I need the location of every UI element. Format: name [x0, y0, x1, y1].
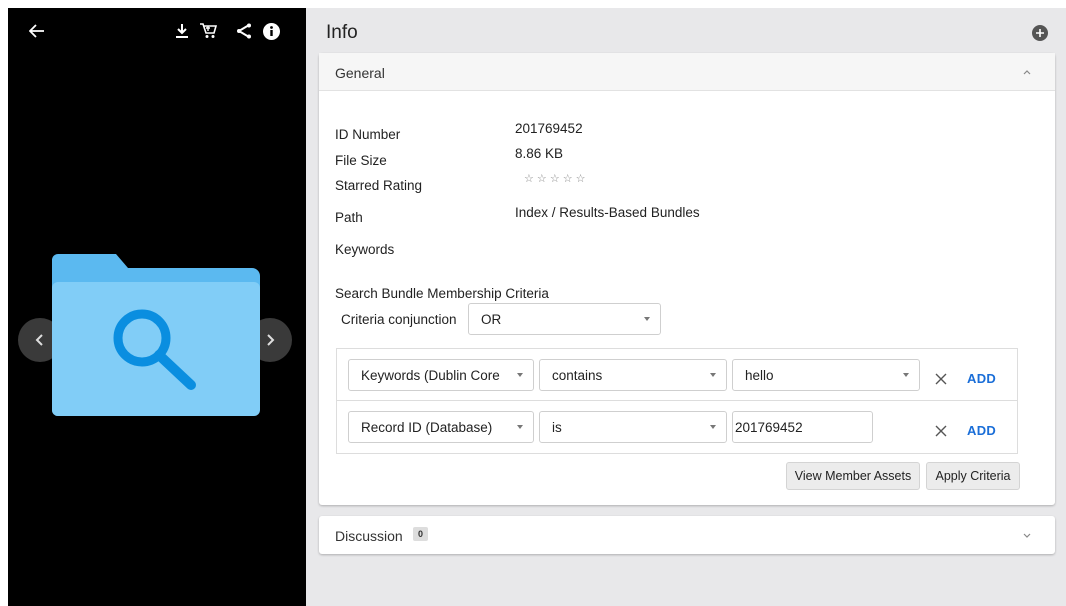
- asset-viewer: [8, 8, 306, 606]
- rule-field-select[interactable]: Record ID (Database): [348, 411, 534, 443]
- caret-down-icon: [517, 373, 523, 377]
- chevron-left-icon: [35, 334, 43, 346]
- view-member-assets-button[interactable]: View Member Assets: [786, 462, 920, 490]
- info-panel: Info General ID Number 201769452 File Si…: [306, 8, 1066, 606]
- plus-icon: [1036, 29, 1044, 37]
- file-size-label: File Size: [335, 153, 387, 168]
- rule-operator-value: is: [552, 420, 562, 435]
- path-value[interactable]: Index / Results-Based Bundles: [515, 205, 700, 220]
- caret-down-icon: [903, 373, 909, 377]
- cart-icon[interactable]: [198, 21, 218, 39]
- discussion-card[interactable]: Discussion 0: [319, 516, 1055, 554]
- id-number-label: ID Number: [335, 127, 401, 142]
- general-header[interactable]: General: [319, 53, 1055, 91]
- share-icon[interactable]: [235, 22, 253, 40]
- panel-title: Info: [326, 22, 358, 43]
- chevron-down-icon[interactable]: [1021, 529, 1033, 541]
- conjunction-select[interactable]: OR: [468, 303, 661, 335]
- rule-field-value: Keywords (Dublin Core: [361, 368, 500, 383]
- starred-rating-label: Starred Rating: [335, 178, 423, 193]
- general-title: General: [335, 65, 385, 81]
- file-size-value: 8.86 KB: [515, 146, 564, 161]
- path-label: Path: [335, 210, 363, 225]
- rule-value: 201769452: [735, 420, 803, 435]
- remove-rule-icon[interactable]: [933, 371, 949, 387]
- criteria-conjunction-label: Criteria conjunction: [341, 312, 457, 327]
- caret-down-icon: [644, 317, 650, 321]
- caret-down-icon: [710, 425, 716, 429]
- caret-down-icon: [710, 373, 716, 377]
- add-panel-button[interactable]: [1032, 25, 1048, 41]
- criteria-title: Search Bundle Membership Criteria: [335, 286, 549, 301]
- add-rule-button[interactable]: ADD: [967, 423, 996, 438]
- rule-divider: [336, 400, 1018, 401]
- rule-value: hello: [745, 368, 774, 383]
- rule-operator-select[interactable]: contains: [539, 359, 727, 391]
- folder-search-icon: [52, 254, 260, 416]
- general-card: General ID Number 201769452 File Size 8.…: [319, 53, 1055, 505]
- caret-down-icon: [517, 425, 523, 429]
- rule-value-select[interactable]: hello: [732, 359, 920, 391]
- rule-field-value: Record ID (Database): [361, 420, 493, 435]
- chevron-up-icon[interactable]: [1021, 66, 1033, 78]
- info-icon[interactable]: [262, 22, 280, 40]
- star-rating[interactable]: ☆ ☆ ☆ ☆ ☆: [524, 172, 586, 185]
- rule-field-select[interactable]: Keywords (Dublin Core: [348, 359, 534, 391]
- id-number-value: 201769452: [515, 121, 583, 136]
- rule-operator-value: contains: [552, 368, 603, 383]
- add-rule-button[interactable]: ADD: [967, 371, 996, 386]
- download-icon[interactable]: [174, 22, 190, 40]
- discussion-count-badge: 0: [413, 527, 429, 541]
- chevron-right-icon: [267, 334, 275, 346]
- remove-rule-icon[interactable]: [933, 423, 949, 439]
- rule-operator-select[interactable]: is: [539, 411, 727, 443]
- keywords-label: Keywords: [335, 242, 395, 257]
- conjunction-value: OR: [481, 312, 502, 327]
- rule-value-input[interactable]: 201769452: [732, 411, 873, 443]
- back-arrow-icon[interactable]: [28, 22, 46, 40]
- apply-criteria-button[interactable]: Apply Criteria: [926, 462, 1020, 490]
- discussion-title: Discussion: [335, 528, 403, 544]
